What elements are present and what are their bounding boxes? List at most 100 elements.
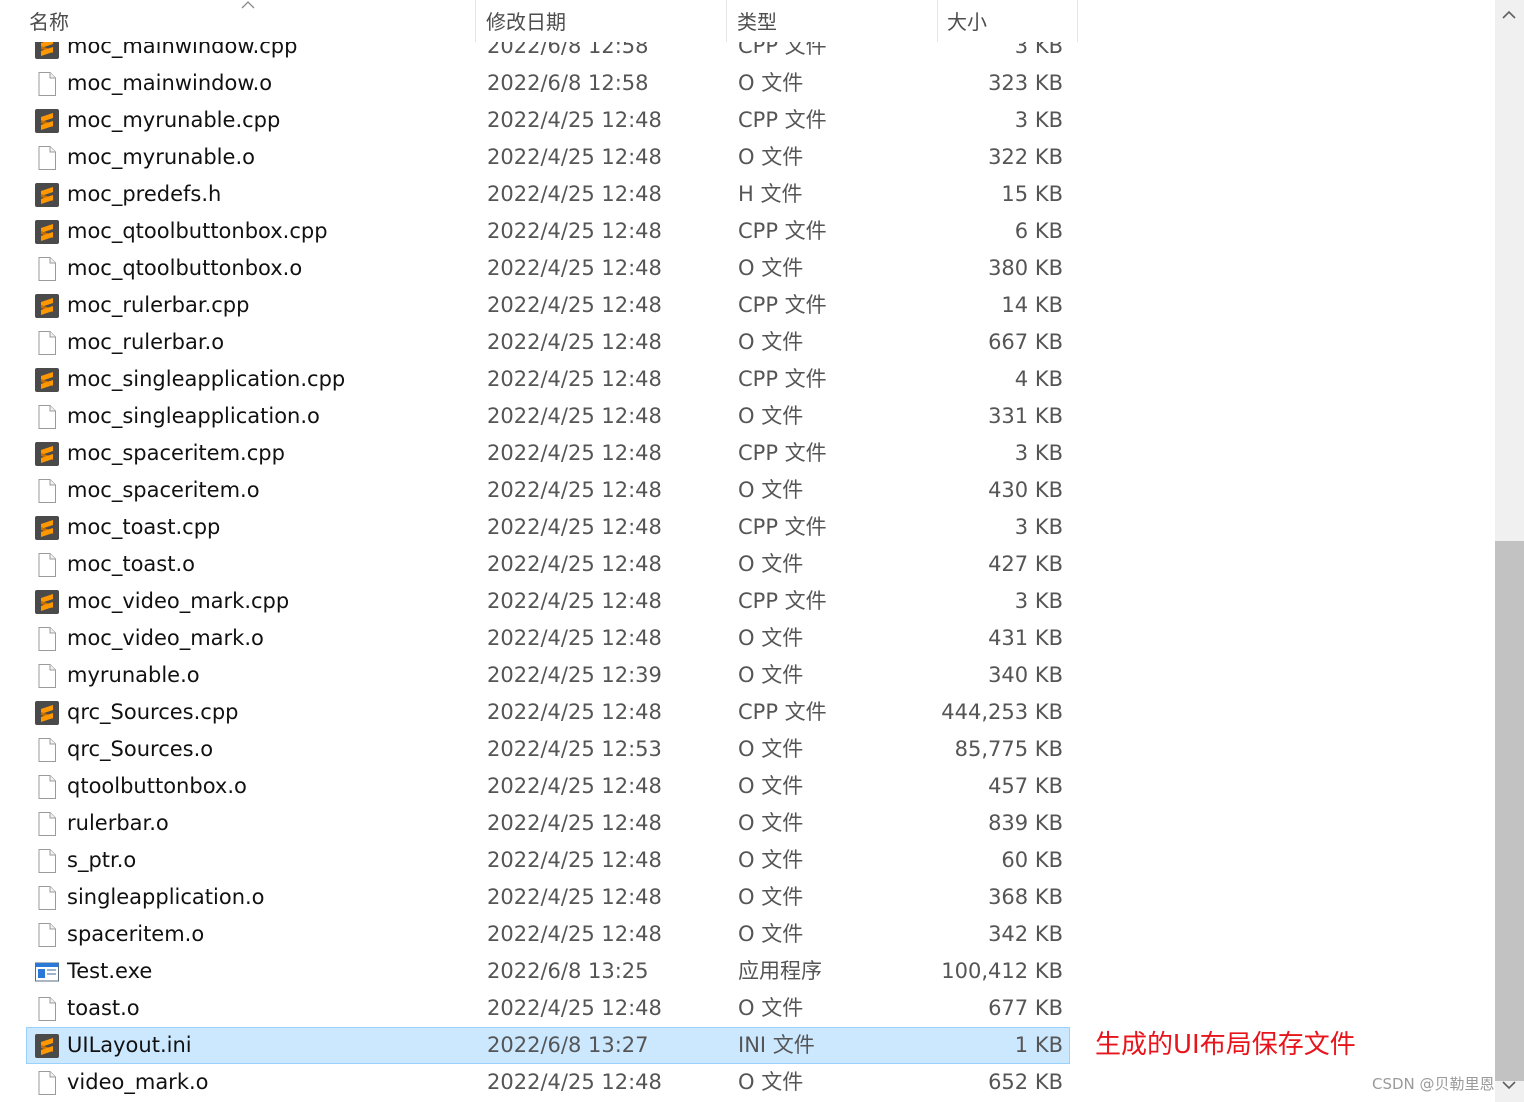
file-name: moc_spaceritem.o <box>67 478 260 502</box>
file-modified-date: 2022/4/25 12:48 <box>487 848 662 872</box>
column-size-label: 大小 <box>947 10 987 34</box>
sublime-file-icon <box>34 700 60 726</box>
file-row[interactable]: moc_predefs.h 2022/4/25 12:48 H 文件 15 KB <box>26 176 1070 213</box>
file-type: O 文件 <box>738 663 804 687</box>
file-name: moc_singleapplication.o <box>67 404 320 428</box>
annotation-text: 生成的UI布局保存文件 <box>1095 1030 1356 1060</box>
scroll-up-arrow-icon[interactable] <box>1501 9 1517 21</box>
file-name: UILayout.ini <box>67 1033 192 1057</box>
file-size: 3 KB <box>1014 589 1063 613</box>
scrollbar-thumb[interactable] <box>1495 541 1524 1081</box>
blank-file-icon <box>34 330 60 356</box>
column-divider[interactable] <box>1077 0 1078 42</box>
file-name: moc_toast.cpp <box>67 515 221 539</box>
file-row[interactable]: qrc_Sources.cpp 2022/4/25 12:48 CPP 文件 444,… <box>26 694 1070 731</box>
column-name-label: 名称 <box>29 10 69 34</box>
file-row[interactable]: UILayout.ini 2022/6/8 13:27 INI 文件 1 KB <box>26 1027 1070 1064</box>
blank-file-icon <box>34 404 60 430</box>
blank-file-icon <box>34 774 60 800</box>
sublime-file-icon <box>34 367 60 393</box>
column-divider[interactable] <box>726 0 727 42</box>
file-size: 652 KB <box>988 1070 1063 1094</box>
file-modified-date: 2022/4/25 12:48 <box>487 145 662 169</box>
file-type: CPP 文件 <box>738 515 827 539</box>
file-modified-date: 2022/4/25 12:48 <box>487 441 662 465</box>
file-row[interactable]: s_ptr.o 2022/4/25 12:48 O 文件 60 KB <box>26 842 1070 879</box>
file-modified-date: 2022/4/25 12:48 <box>487 182 662 206</box>
file-size: 60 KB <box>1001 848 1063 872</box>
file-name: qrc_Sources.cpp <box>67 700 239 724</box>
file-modified-date: 2022/4/25 12:48 <box>487 404 662 428</box>
scroll-down-arrow-icon[interactable] <box>1501 1079 1517 1091</box>
file-name: Test.exe <box>67 959 153 983</box>
sublime-file-icon <box>34 515 60 541</box>
file-row[interactable]: Test.exe 2022/6/8 13:25 应用程序 100,412 KB <box>26 953 1070 990</box>
file-row[interactable]: qrc_Sources.o 2022/4/25 12:53 O 文件 85,775 K… <box>26 731 1070 768</box>
file-size: 342 KB <box>988 922 1063 946</box>
file-name: moc_toast.o <box>67 552 195 576</box>
column-header-size[interactable]: 大小 <box>947 0 1077 42</box>
file-name: moc_qtoolbuttonbox.o <box>67 256 303 280</box>
file-size: 15 KB <box>1001 182 1063 206</box>
file-modified-date: 2022/4/25 12:48 <box>487 293 662 317</box>
file-modified-date: 2022/4/25 12:48 <box>487 256 662 280</box>
sublime-file-icon <box>34 108 60 134</box>
file-row[interactable]: spaceritem.o 2022/4/25 12:48 O 文件 342 KB <box>26 916 1070 953</box>
file-type: CPP 文件 <box>738 108 827 132</box>
file-row[interactable]: moc_mainwindow.o 2022/6/8 12:58 O 文件 323 KB <box>26 65 1070 102</box>
column-header-date[interactable]: 修改日期 <box>486 0 726 42</box>
file-row[interactable]: moc_rulerbar.o 2022/4/25 12:48 O 文件 667 KB <box>26 324 1070 361</box>
column-header-type[interactable]: 类型 <box>737 0 937 42</box>
file-row[interactable]: moc_video_mark.cpp 2022/4/25 12:48 CPP 文件 3… <box>26 583 1070 620</box>
file-type: 应用程序 <box>738 959 822 983</box>
file-size: 368 KB <box>988 885 1063 909</box>
file-row[interactable]: moc_video_mark.o 2022/4/25 12:48 O 文件 431 K… <box>26 620 1070 657</box>
file-row[interactable]: toast.o 2022/4/25 12:48 O 文件 677 KB <box>26 990 1070 1027</box>
sublime-file-icon <box>34 182 60 208</box>
file-row[interactable]: video_mark.o 2022/4/25 12:48 O 文件 652 KB <box>26 1064 1070 1101</box>
file-size: 457 KB <box>988 774 1063 798</box>
file-row[interactable]: moc_toast.o 2022/4/25 12:48 O 文件 427 KB <box>26 546 1070 583</box>
file-row[interactable]: moc_rulerbar.cpp 2022/4/25 12:48 CPP 文件 14 … <box>26 287 1070 324</box>
sublime-file-icon <box>34 589 60 615</box>
file-size: 100,412 KB <box>941 959 1063 983</box>
file-row[interactable]: qtoolbuttonbox.o 2022/4/25 12:48 O 文件 457 K… <box>26 768 1070 805</box>
blank-file-icon <box>34 996 60 1022</box>
column-divider[interactable] <box>475 0 476 42</box>
file-row[interactable]: myrunable.o 2022/4/25 12:39 O 文件 340 KB <box>26 657 1070 694</box>
file-row[interactable]: moc_singleapplication.o 2022/4/25 12:48 O … <box>26 398 1070 435</box>
file-row[interactable]: moc_qtoolbuttonbox.o 2022/4/25 12:48 O 文件 3… <box>26 250 1070 287</box>
file-row[interactable]: moc_myrunable.o 2022/4/25 12:48 O 文件 322 KB <box>26 139 1070 176</box>
file-name: moc_singleapplication.cpp <box>67 367 346 391</box>
sublime-file-icon <box>34 293 60 319</box>
file-size: 430 KB <box>988 478 1063 502</box>
file-modified-date: 2022/4/25 12:48 <box>487 515 662 539</box>
column-divider[interactable] <box>937 0 938 42</box>
file-modified-date: 2022/4/25 12:48 <box>487 1070 662 1094</box>
column-date-label: 修改日期 <box>486 10 566 34</box>
file-row[interactable]: moc_spaceritem.cpp 2022/4/25 12:48 CPP 文件 3… <box>26 435 1070 472</box>
blank-file-icon <box>34 1070 60 1096</box>
file-row[interactable]: moc_myrunable.cpp 2022/4/25 12:48 CPP 文件 3 … <box>26 102 1070 139</box>
file-row[interactable]: moc_qtoolbuttonbox.cpp 2022/4/25 12:48 CPP… <box>26 213 1070 250</box>
file-row[interactable]: moc_singleapplication.cpp 2022/4/25 12:48… <box>26 361 1070 398</box>
file-type: H 文件 <box>738 182 803 206</box>
file-name: moc_rulerbar.o <box>67 330 225 354</box>
file-size: 380 KB <box>988 256 1063 280</box>
vertical-scrollbar[interactable] <box>1495 0 1524 1102</box>
file-type: O 文件 <box>738 996 804 1020</box>
file-size: 340 KB <box>988 663 1063 687</box>
file-row[interactable]: moc_spaceritem.o 2022/4/25 12:48 O 文件 430 K… <box>26 472 1070 509</box>
file-size: 14 KB <box>1001 293 1063 317</box>
file-type: O 文件 <box>738 737 804 761</box>
blank-file-icon <box>34 737 60 763</box>
file-row[interactable]: moc_toast.cpp 2022/4/25 12:48 CPP 文件 3 KB <box>26 509 1070 546</box>
file-row[interactable]: rulerbar.o 2022/4/25 12:48 O 文件 839 KB <box>26 805 1070 842</box>
file-modified-date: 2022/4/25 12:48 <box>487 700 662 724</box>
watermark: CSDN @贝勒里恩 <box>1372 1075 1495 1093</box>
file-type: O 文件 <box>738 774 804 798</box>
file-modified-date: 2022/4/25 12:48 <box>487 885 662 909</box>
file-name: qtoolbuttonbox.o <box>67 774 247 798</box>
file-row[interactable]: singleapplication.o 2022/4/25 12:48 O 文件 36… <box>26 879 1070 916</box>
file-type: O 文件 <box>738 922 804 946</box>
